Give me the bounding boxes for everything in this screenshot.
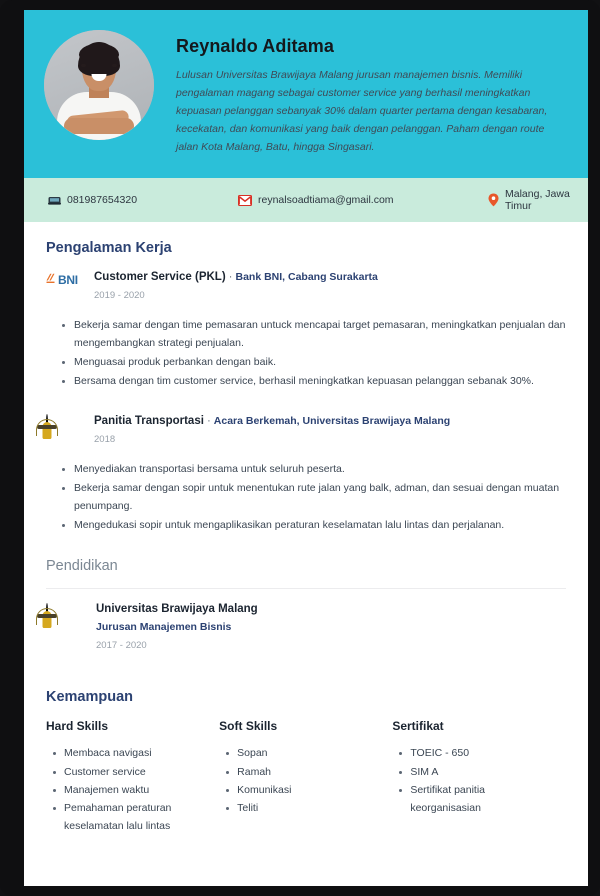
section-title-skills: Kemampuan (46, 689, 134, 706)
list-item: Pemahaman peraturan keselamatan lalu lin… (52, 799, 209, 835)
list-item: Sertifikat panitia keorganisasian (399, 781, 555, 817)
skill-column-heading: Sertifikat (392, 719, 444, 734)
list-item: Menyediakan transportasi bersama untuk s… (62, 460, 566, 478)
experience-years: 2019 - 2020 (94, 290, 145, 302)
education-years: 2017 - 2020 (96, 640, 147, 652)
experience-years: 2018 (94, 434, 116, 446)
list-item: TOEIC - 650 (399, 744, 555, 762)
skill-list: Sopan Ramah Komunikasi Teliti (219, 744, 382, 816)
experience-role: Customer Service (PKL) (94, 271, 226, 284)
universitas-brawijaya-crest-icon (37, 414, 57, 434)
education-entry: Universitas Brawijaya Malang Jurusan Man… (37, 603, 566, 651)
experience-role: Panitia Transportasi (94, 415, 204, 428)
experience-entry: BNI Customer Service (PKL) · Bank BNI, Cab… (46, 270, 566, 310)
bni-logo: BNI (46, 271, 82, 289)
skill-list: TOEIC - 650 SIM A Sertifikat panitia keo… (392, 744, 555, 816)
experience-org: Bank BNI, Cabang Surakarta (235, 271, 378, 284)
person-name: Reynaldo Aditama (176, 36, 334, 56)
list-item: Ramah (226, 763, 382, 781)
contact-phone[interactable]: 081987654320 (38, 194, 238, 206)
avatar-arms (64, 118, 134, 134)
list-item: Manajemen waktu (52, 781, 209, 799)
universitas-brawijaya-crest-icon (37, 603, 57, 623)
list-item: Bersama dengan tim customer service, ber… (62, 372, 566, 390)
avatar-fringe (79, 44, 119, 60)
experience-bullets: Bekerja samar dengan time pemasaran untu… (46, 316, 566, 390)
list-item: Membaca navigasi (52, 744, 209, 762)
contact-location[interactable]: Malang, Jawa Timur (488, 188, 574, 212)
experience-role-line: Customer Service (PKL) · Bank BNI, Cabang … (94, 270, 566, 285)
skill-column-hard-skills: Hard Skills Membaca navigasi Customer se… (46, 719, 219, 834)
experience-entry-content: Customer Service (PKL) · Bank BNI, Cabang … (94, 270, 566, 310)
experience-org: Acara Berkemah, Universitas Brawijaya Ma… (213, 415, 451, 428)
list-item: Bekerja samar dengan time pemasaran untu… (62, 316, 566, 352)
avatar (44, 30, 154, 140)
experience-entry: Panitia Transportasi · Acara Berkemah, Uni… (37, 414, 566, 454)
screenshot-frame: Reynaldo Aditama Lulusan Universitas Bra… (0, 0, 600, 896)
education-entry-content: Universitas Brawijaya Malang Jurusan Man… (96, 603, 566, 651)
map-pin-icon (488, 193, 499, 207)
list-item: Teliti (226, 799, 382, 817)
contact-email[interactable]: reynalsoadtiama@gmail.com (238, 194, 488, 206)
contact-bar: 081987654320 reynalsoadtiama@gmail.com M… (24, 178, 588, 223)
education-logo (37, 603, 82, 651)
role-org-separator: · (228, 271, 233, 284)
role-org-separator: · (206, 415, 211, 428)
education-school: Universitas Brawijaya Malang (96, 603, 258, 616)
list-item: Mengedukasi sopir untuk mengaplikasikan … (62, 516, 566, 534)
profile-summary: Lulusan Universitas Brawijaya Malang jur… (176, 69, 548, 154)
skill-column-soft-skills: Soft Skills Sopan Ramah Komunikasi Telit… (219, 719, 392, 834)
section-title-education: Pendidikan (46, 558, 118, 575)
experience-entry-content: Panitia Transportasi · Acara Berkemah, Uni… (94, 414, 566, 454)
experience-bullets: Menyediakan transportasi bersama untuk s… (46, 460, 566, 534)
list-item: Bekerja samar dengan sopir untuk menentu… (62, 479, 566, 515)
list-item: Customer service (52, 763, 209, 781)
resume-document: Reynaldo Aditama Lulusan Universitas Bra… (24, 10, 588, 886)
crest-banner (37, 614, 57, 619)
list-item: SIM A (399, 763, 555, 781)
section-title-experience: Pengalaman Kerja (46, 240, 172, 257)
bni-logo-text: BNI (58, 273, 78, 288)
avatar-eye-right (112, 64, 117, 67)
skill-column-heading: Soft Skills (219, 719, 278, 734)
list-item: Menguasai produk perbankan dengan baik. (62, 353, 566, 371)
location-text: Malang, Jawa Timur (505, 188, 570, 213)
crest-banner (37, 425, 57, 430)
skills-grid: Hard Skills Membaca navigasi Customer se… (46, 719, 566, 834)
avatar-eye-left (81, 64, 86, 67)
phone-icon (48, 195, 61, 206)
header-text-block: Reynaldo Aditama Lulusan Universitas Bra… (176, 30, 568, 156)
list-item: Komunikasi (226, 781, 382, 799)
gmail-icon (238, 194, 252, 206)
experience-logo (37, 414, 82, 454)
experience-logo: BNI (46, 270, 82, 310)
resume-header: Reynaldo Aditama Lulusan Universitas Bra… (24, 10, 588, 179)
email-address: reynalsoadtiama@gmail.com (258, 194, 394, 207)
skill-list: Membaca navigasi Customer service Manaje… (46, 744, 209, 834)
bni-mark-icon (46, 271, 57, 289)
skill-column-heading: Hard Skills (46, 719, 109, 734)
skill-column-sertifikat: Sertifikat TOEIC - 650 SIM A Sertifikat … (392, 719, 565, 834)
experience-role-line: Panitia Transportasi · Acara Berkemah, Uni… (94, 414, 566, 429)
education-major: Jurusan Manajemen Bisnis (96, 621, 232, 634)
phone-number: 081987654320 (67, 194, 138, 207)
section-divider (46, 588, 566, 590)
resume-body: Pengalaman Kerja BNI Customer Service (P… (24, 222, 588, 844)
list-item: Sopan (226, 744, 382, 762)
